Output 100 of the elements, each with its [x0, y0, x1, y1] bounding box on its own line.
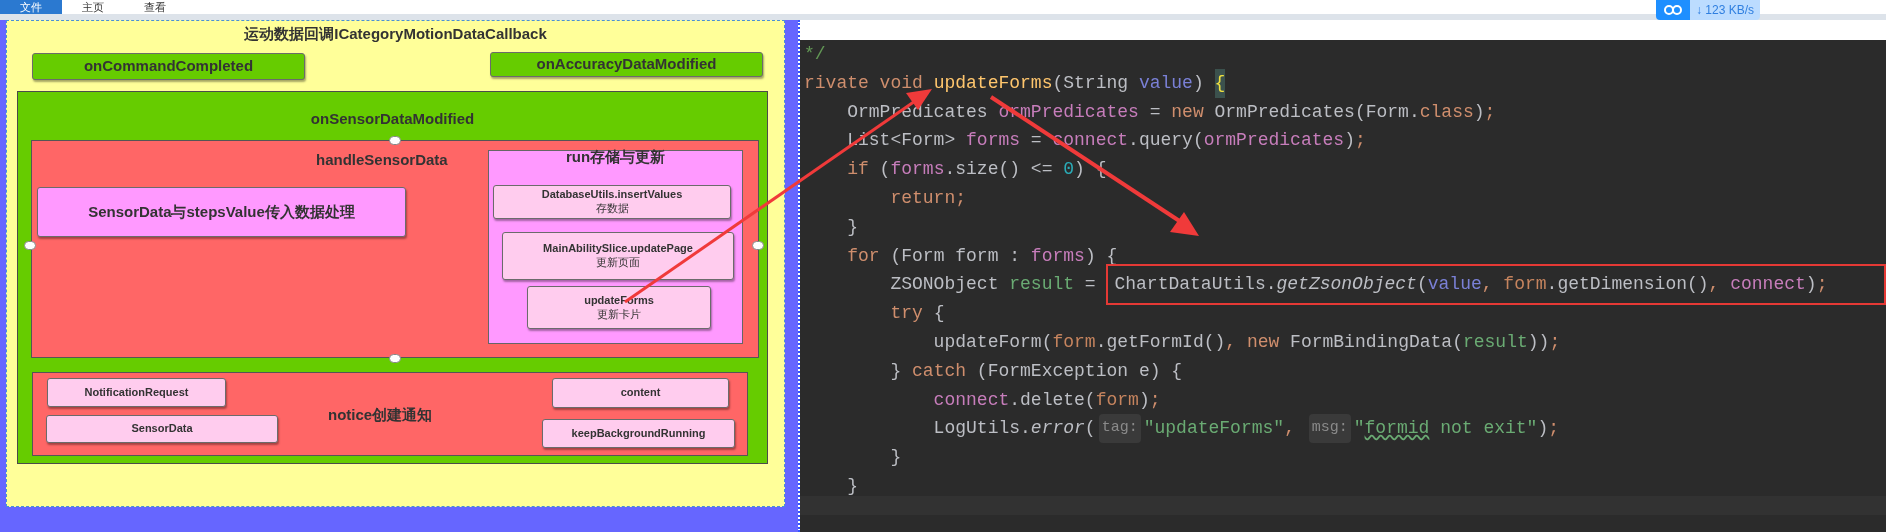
code-token: ; — [1549, 330, 1561, 354]
code-token: ; — [1484, 100, 1496, 124]
node-label: MainAbilitySlice.updatePage — [543, 242, 693, 256]
node-label: keepBackgroundRunning — [571, 426, 706, 441]
code-token: error — [1030, 417, 1085, 441]
net-speed: ↓ 123 KB/s — [1690, 0, 1761, 20]
panel-title: run存储与更新 — [564, 147, 667, 167]
code-token: form — [1052, 330, 1096, 354]
code-token: 0 — [1063, 158, 1075, 182]
panel-title: handleSensorData — [316, 150, 448, 170]
code-token: .delete( — [1009, 388, 1096, 412]
code-token: (String — [1052, 71, 1130, 95]
code-token: .getDimension() — [1546, 273, 1709, 297]
code-token: value — [1138, 71, 1193, 95]
diagram-title: 运动数据回调ICategoryMotionDataCallback — [243, 24, 548, 44]
menu-tab[interactable]: 主页 — [62, 0, 124, 14]
code-token: getZsonObject — [1276, 273, 1417, 297]
code-token: ; — [1548, 417, 1560, 441]
code-token: connect — [932, 388, 1010, 412]
code-token: LogUtils. — [932, 417, 1031, 441]
code-token: { — [1214, 68, 1226, 98]
code-token: } — [889, 446, 902, 470]
code-token: OrmPredicates(Form. — [1213, 100, 1420, 124]
resize-handle[interactable] — [389, 354, 401, 363]
cloud-icon[interactable] — [1656, 0, 1690, 20]
code-token: = — [1148, 100, 1162, 124]
code-token: value — [1427, 273, 1482, 297]
code-token: updateForm( — [932, 330, 1053, 354]
code-token: } — [889, 359, 903, 383]
node-label: SensorData — [131, 422, 193, 436]
resize-handle[interactable] — [752, 241, 764, 250]
code-token: ( — [1416, 273, 1428, 297]
code-token: = — [1083, 273, 1097, 297]
menu-tab[interactable]: 文件 — [0, 0, 62, 14]
code-token: , — [1708, 273, 1721, 297]
code-token: ) — [1138, 388, 1150, 412]
node-note: 更新卡片 — [597, 307, 641, 322]
code-token: ormPredicates — [1203, 129, 1345, 153]
code-token: ( — [878, 158, 891, 182]
code-token: updateForms — [933, 71, 1053, 95]
node-note: 存数据 — [595, 202, 629, 216]
menu-tab[interactable]: 查看 — [124, 0, 186, 14]
node-label: onAccuracyDataModified — [536, 55, 717, 74]
code-token: forms — [966, 129, 1021, 153]
node-note: 更新页面 — [596, 256, 640, 270]
code-token: = — [1029, 129, 1043, 153]
code-token: for — [846, 244, 880, 268]
resize-handle[interactable] — [389, 136, 401, 145]
code-token: , — [1284, 417, 1296, 441]
code-token: ) — [1805, 273, 1817, 297]
inlay-hint: msg: — [1308, 414, 1351, 444]
code-token: " — [1353, 417, 1365, 441]
code-token: new — [1171, 100, 1204, 124]
code-token: .getFormId() — [1095, 330, 1226, 354]
code-token: result — [1009, 273, 1075, 297]
code-token: connect — [1730, 273, 1806, 297]
node-label: NotificationRequest — [84, 385, 189, 400]
code-token: ( — [1084, 417, 1096, 441]
code-token: .size() <= — [944, 158, 1054, 182]
code-token: )) — [1527, 330, 1550, 354]
code-token: ; — [1149, 388, 1161, 412]
code-token: class — [1419, 100, 1474, 124]
code-token: form — [1503, 273, 1547, 297]
inlay-hint: tag: — [1098, 414, 1141, 444]
code-token: , new — [1225, 330, 1280, 354]
code-token: ) — [1344, 129, 1355, 153]
resize-handle[interactable] — [24, 241, 36, 250]
code-token: forms — [1030, 244, 1085, 268]
panel-title: onSensorDataModified — [309, 109, 476, 129]
code-token: ; — [1354, 129, 1366, 153]
code-token: formid — [1364, 417, 1430, 441]
code-token: ZSONObject — [889, 273, 1000, 297]
code-token: .query( — [1128, 129, 1204, 153]
panel-title: notice创建通知 — [328, 405, 433, 425]
code-token: form — [1095, 388, 1139, 412]
code-token: */ — [804, 43, 826, 66]
node-label: DatabaseUtils.insertValues — [541, 188, 683, 202]
code-token: { — [932, 302, 945, 326]
code-token: forms — [890, 158, 945, 182]
code-token: (Form form : — [889, 244, 1022, 268]
code-token: rivate void — [804, 71, 924, 95]
code-token: , — [1481, 273, 1494, 297]
node-label: onCommandCompleted — [83, 57, 254, 76]
code-token: ChartDataUtils. — [1114, 273, 1277, 297]
code-token: result — [1462, 330, 1528, 354]
code-token: ) — [1192, 71, 1205, 95]
code-token: not exit" — [1439, 417, 1538, 441]
code-token: ) — [1473, 100, 1485, 124]
code-token: "updateForms" — [1143, 417, 1285, 441]
node-label: content — [620, 386, 661, 400]
code-token: return; — [889, 187, 967, 210]
code-token: catch — [912, 359, 967, 383]
node-label: SensorData与stepsValue传入数据处理 — [88, 202, 355, 222]
code-token: if — [846, 158, 869, 182]
code-token: } — [846, 474, 858, 498]
code-token: ) — [1537, 417, 1549, 441]
code-token: FormBindingData( — [1289, 330, 1463, 354]
code-token: (FormException e) { — [975, 359, 1183, 383]
code-token: } — [846, 215, 858, 239]
code-token: try — [889, 302, 923, 326]
